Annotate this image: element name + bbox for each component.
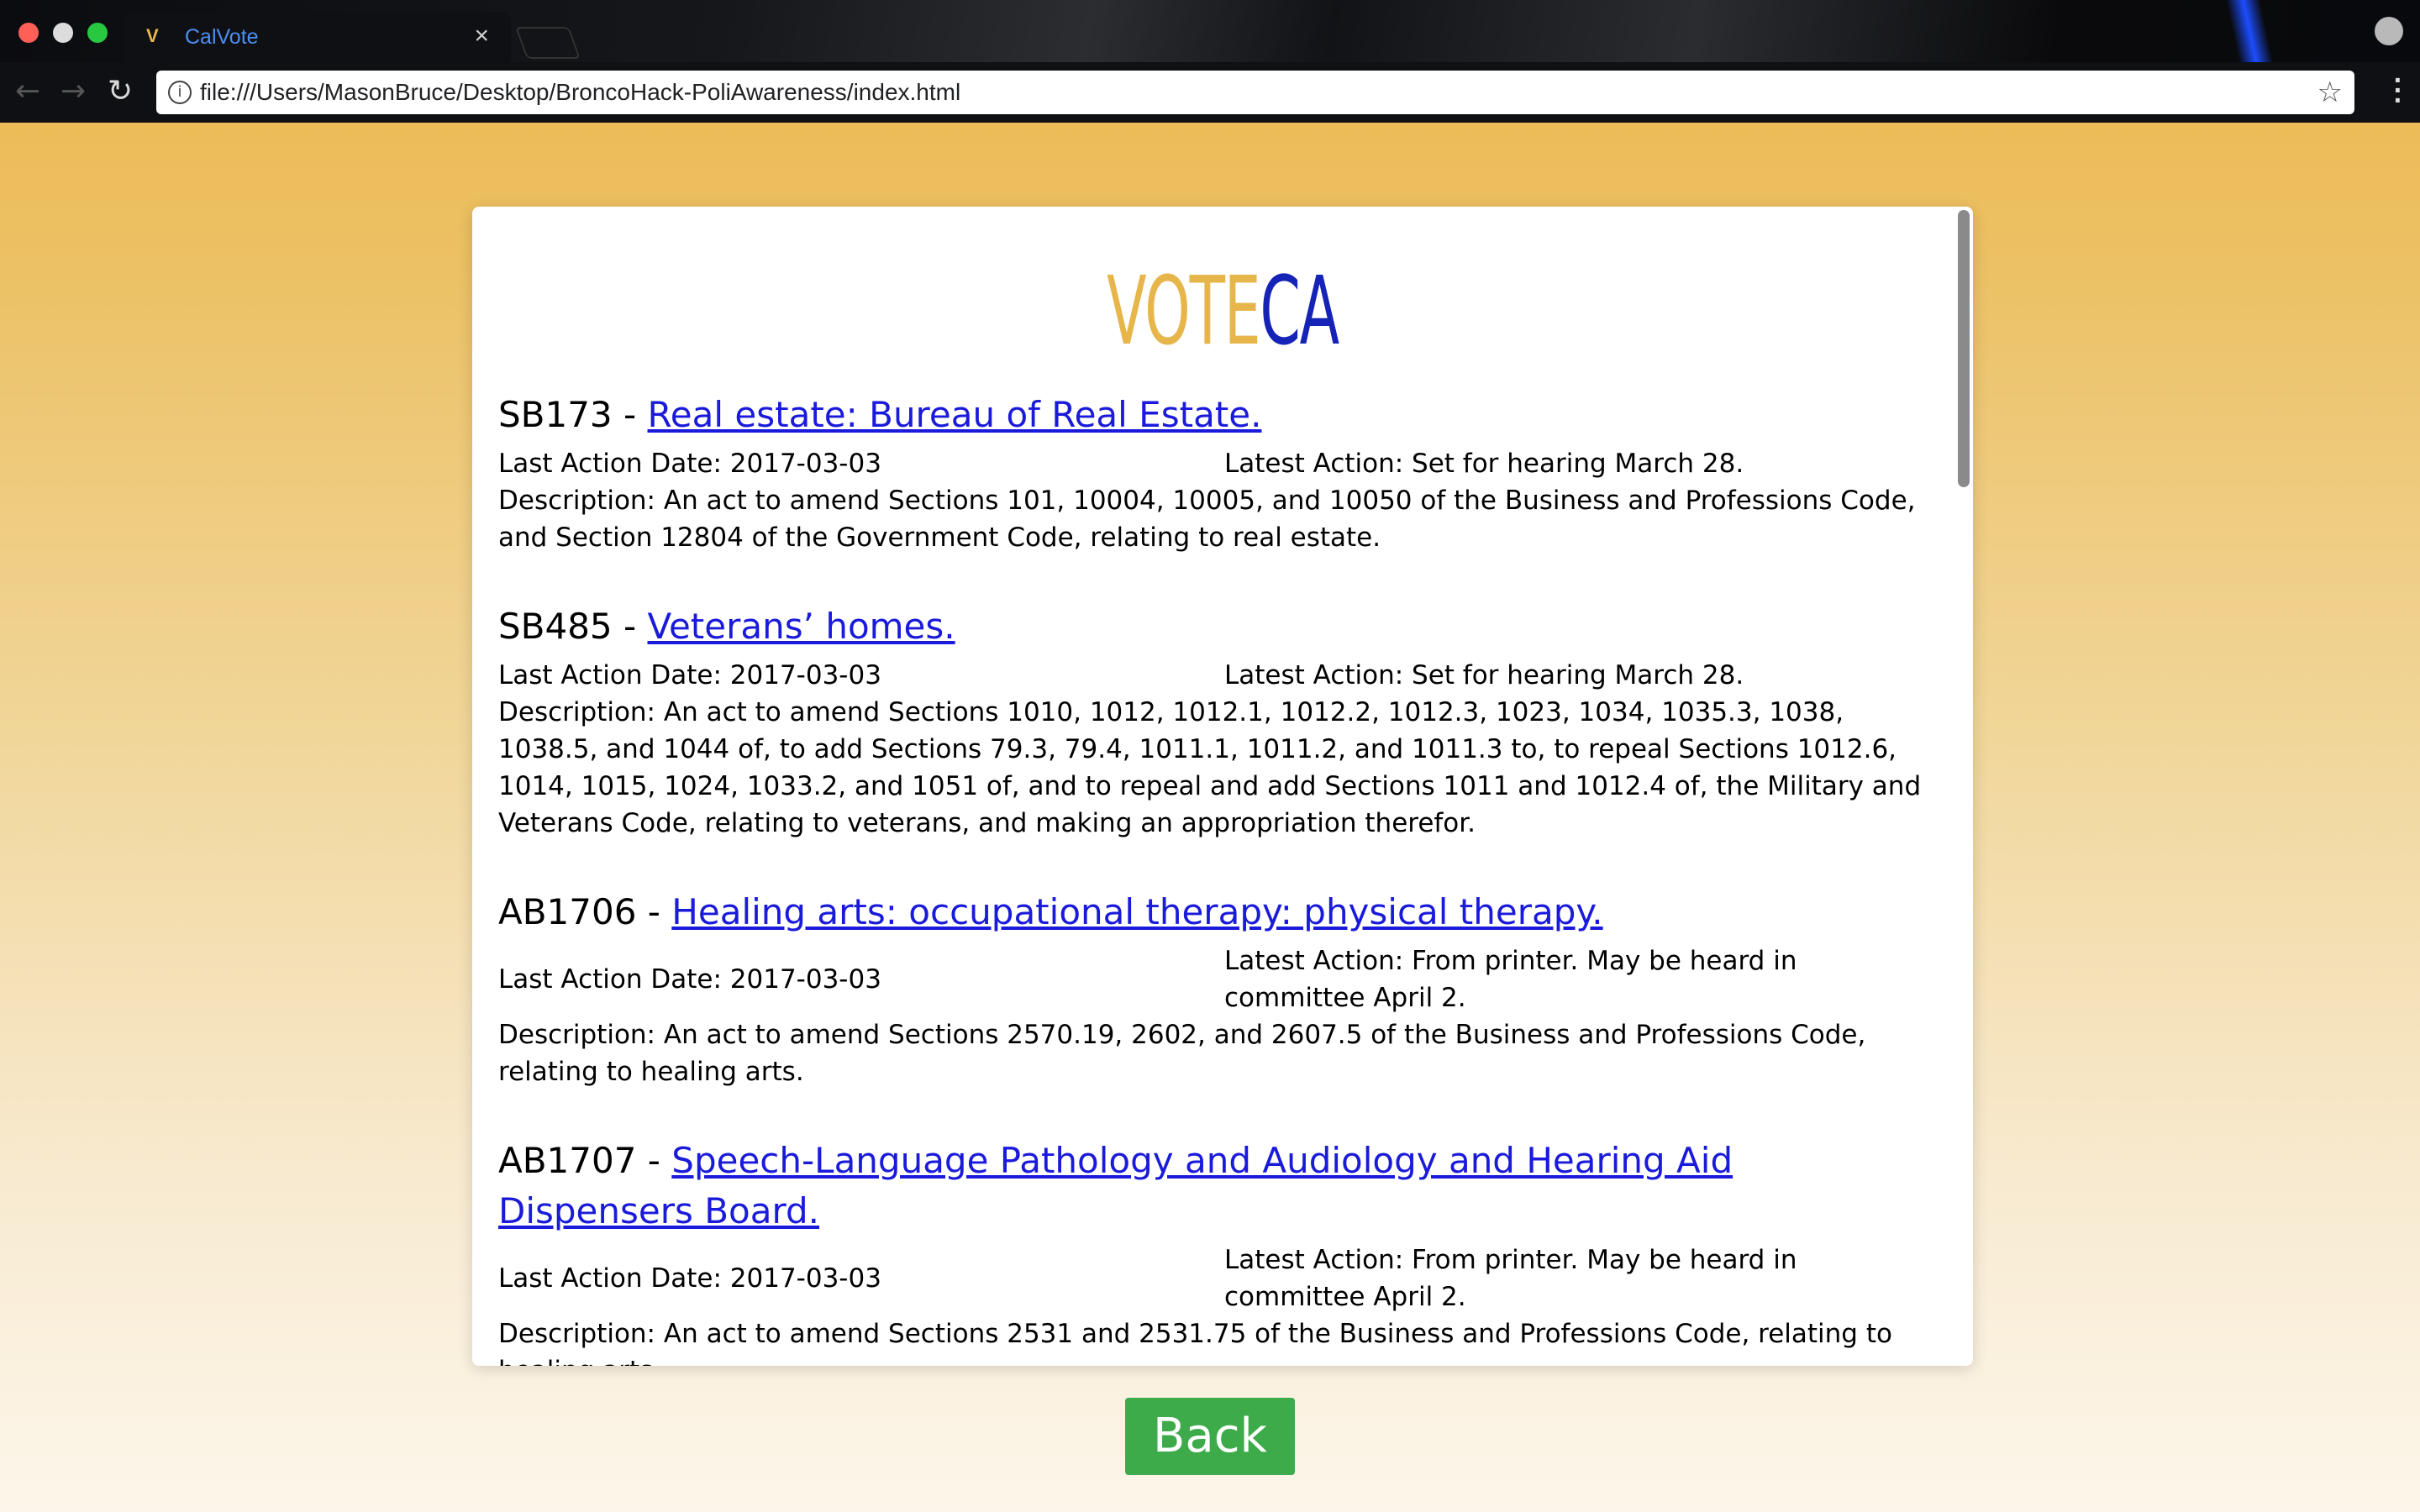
- tab-title: CalVote: [185, 25, 259, 49]
- bill-item: AB1706 - Healing arts: occupational ther…: [498, 887, 1927, 1090]
- browser-toolbar: ← → ↻ i file:///Users/MasonBruce/Desktop…: [0, 62, 2420, 123]
- bill-heading: AB1706 - Healing arts: occupational ther…: [498, 891, 1603, 932]
- bill-title-link[interactable]: Healing arts: occupational therapy: phys…: [671, 891, 1602, 932]
- bill-title-link[interactable]: Speech-Language Pathology and Audiology …: [498, 1140, 1733, 1231]
- bill-title-link[interactable]: Veterans’ homes.: [648, 606, 955, 647]
- latest-action: Latest Action: Set for hearing March 28.: [1224, 660, 1744, 690]
- bill-id: AB1706: [498, 891, 637, 932]
- address-bar[interactable]: i file:///Users/MasonBruce/Desktop/Bronc…: [156, 71, 2354, 114]
- scrollbar[interactable]: [1958, 210, 1970, 487]
- browser-tab[interactable]: V CalVote ×: [124, 12, 511, 62]
- profile-icon[interactable]: [2375, 17, 2403, 45]
- bill-description: Description: An act to amend Sections 25…: [498, 1319, 1892, 1366]
- browser-titlebar: V CalVote ×: [0, 0, 2420, 62]
- bill-heading: SB485 - Veterans’ homes.: [498, 606, 955, 647]
- voteca-logo: VOTECA: [1107, 257, 1339, 366]
- bill-item: AB1707 - Speech-Language Pathology and A…: [498, 1136, 1927, 1366]
- bill-id: AB1707: [498, 1140, 637, 1181]
- bill-description: Description: An act to amend Sections 10…: [498, 697, 1922, 838]
- close-window-button[interactable]: [18, 23, 39, 43]
- bill-id: SB173: [498, 394, 613, 435]
- bill-description: Description: An act to amend Sections 10…: [498, 486, 1916, 553]
- new-tab-button[interactable]: [515, 27, 581, 59]
- menu-dots-icon[interactable]: · · ·: [2394, 66, 2403, 115]
- bill-item: SB485 - Veterans’ homes. Last Action Dat…: [498, 601, 1927, 842]
- last-action-date: Last Action Date: 2017-03-03: [498, 660, 881, 690]
- latest-action: Latest Action: From printer. May be hear…: [1224, 946, 1797, 1013]
- bookmark-star-icon[interactable]: ☆: [2317, 76, 2343, 109]
- last-action-date: Last Action Date: 2017-03-03: [498, 964, 881, 995]
- bill-description: Description: An act to amend Sections 25…: [498, 1020, 1866, 1087]
- bills-panel: VOTECA SB173 - Real estate: Bureau of Re…: [472, 207, 1973, 1366]
- latest-action: Latest Action: Set for hearing March 28.: [1224, 449, 1744, 479]
- url-text[interactable]: file:///Users/MasonBruce/Desktop/BroncoH…: [200, 79, 960, 106]
- bill-item: SB173 - Real estate: Bureau of Real Esta…: [498, 390, 1927, 556]
- latest-action: Latest Action: From printer. May be hear…: [1224, 1245, 1797, 1312]
- info-icon[interactable]: i: [168, 81, 192, 104]
- last-action-date: Last Action Date: 2017-03-03: [498, 1263, 881, 1294]
- bill-title-link[interactable]: Real estate: Bureau of Real Estate.: [648, 394, 1262, 435]
- tab-favicon-icon: V: [146, 25, 159, 46]
- forward-arrow-icon[interactable]: →: [60, 74, 86, 108]
- minimize-window-button[interactable]: [53, 23, 73, 43]
- reload-icon[interactable]: ↻: [108, 74, 133, 108]
- wallpaper-streak: [2223, 0, 2281, 62]
- last-action-date: Last Action Date: 2017-03-03: [498, 449, 881, 479]
- bill-heading: SB173 - Real estate: Bureau of Real Esta…: [498, 394, 1262, 435]
- tab-close-icon[interactable]: ×: [474, 22, 489, 50]
- back-arrow-icon[interactable]: ←: [15, 74, 40, 108]
- zoom-window-button[interactable]: [87, 23, 108, 43]
- back-button[interactable]: Back: [1125, 1398, 1295, 1475]
- bill-heading: AB1707 - Speech-Language Pathology and A…: [498, 1140, 1733, 1231]
- bill-id: SB485: [498, 606, 613, 647]
